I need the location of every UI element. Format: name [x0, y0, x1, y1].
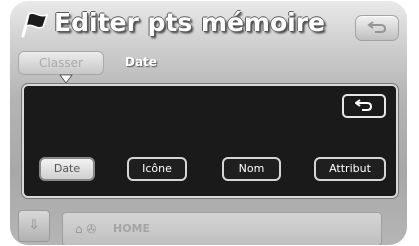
sort-option-icon[interactable]: Icône: [127, 157, 187, 181]
current-sort-label: Date: [125, 55, 157, 69]
memory-point-list: ⇩ ⌂ ✇ HOME: [10, 204, 407, 245]
sort-option-name[interactable]: Nom: [222, 157, 281, 181]
flag-icon: [21, 12, 49, 38]
return-arrow-icon: [367, 21, 387, 33]
sort-option-attribute[interactable]: Attribut: [314, 157, 386, 181]
dropdown-pointer-icon: [59, 74, 73, 84]
navigation-screen: Editer pts mémoire Classer Date Date Icô…: [10, 1, 407, 245]
house-icon: ⌂ ✇: [75, 222, 97, 236]
panel-back-button[interactable]: [342, 94, 386, 118]
sort-options-panel: Date Icône Nom Attribut: [22, 84, 398, 198]
scroll-down-icon: ⇩: [28, 218, 40, 233]
list-item[interactable]: ⌂ ✇ HOME: [62, 212, 382, 245]
scroll-down-button[interactable]: ⇩: [18, 210, 50, 242]
top-back-button[interactable]: [355, 15, 399, 41]
page-title: Editer pts mémoire: [54, 8, 325, 37]
title-bar: Editer pts mémoire: [10, 1, 407, 45]
return-arrow-icon: [355, 99, 373, 111]
sort-option-date[interactable]: Date: [39, 157, 95, 181]
sort-button[interactable]: Classer: [18, 51, 104, 75]
list-item-label: HOME: [113, 222, 151, 235]
